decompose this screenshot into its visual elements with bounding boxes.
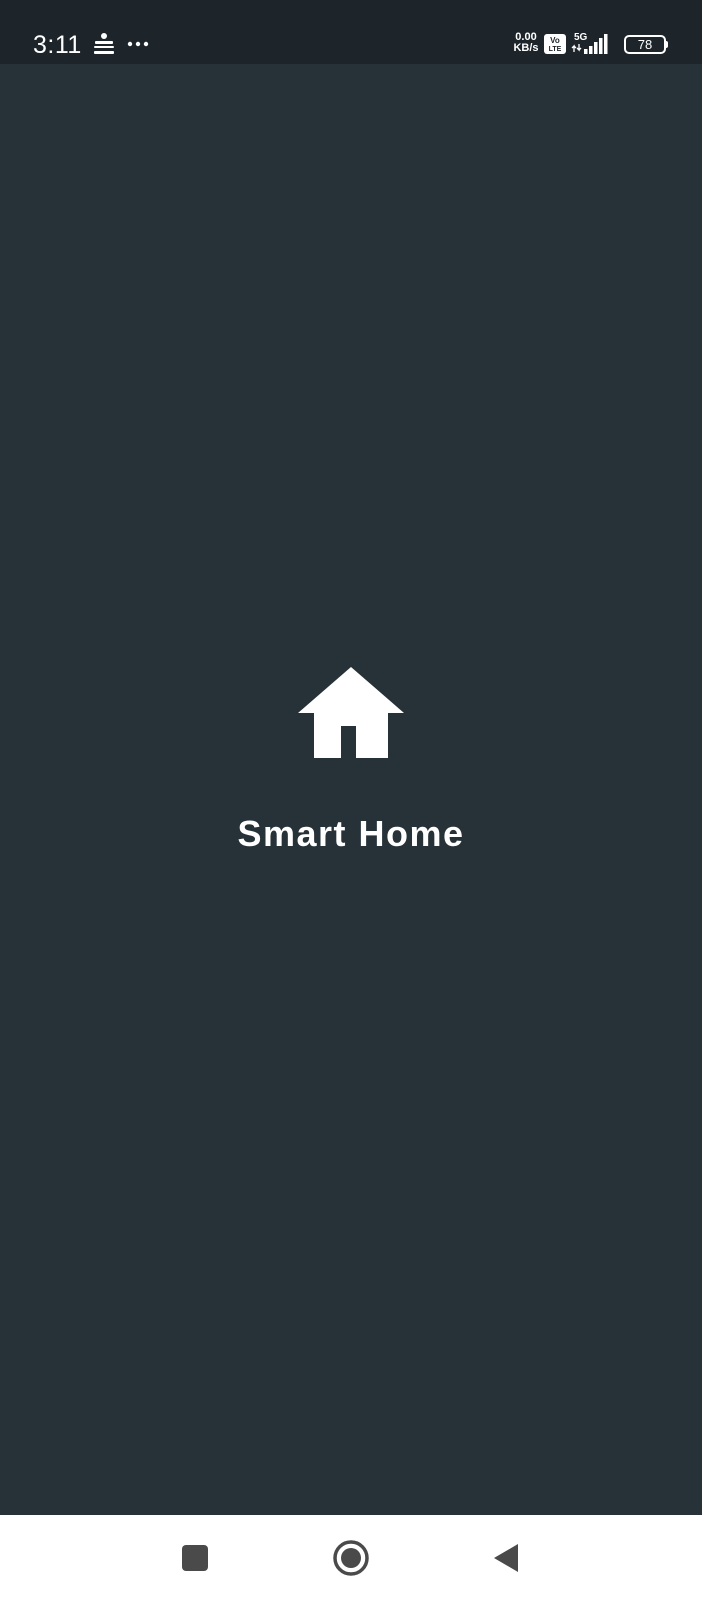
news-app-icon bbox=[94, 33, 114, 54]
app-title: Smart Home bbox=[237, 813, 465, 854]
square-icon bbox=[182, 1545, 208, 1571]
recents-button[interactable] bbox=[173, 1536, 217, 1580]
home-button[interactable] bbox=[329, 1536, 373, 1580]
battery-icon: 78 bbox=[624, 35, 668, 54]
signal-icon: 5G bbox=[571, 32, 608, 54]
back-button[interactable] bbox=[484, 1536, 528, 1580]
volte-bottom-label: LTE bbox=[549, 46, 562, 53]
status-time: 3:11 bbox=[33, 31, 82, 59]
status-bar: 3:11 0.00 KB/s Vo LTE 5G 78 bbox=[0, 0, 702, 64]
volte-top-label: Vo bbox=[550, 36, 560, 45]
home-icon bbox=[298, 667, 404, 758]
network-type-label: 5G bbox=[574, 32, 588, 43]
battery-level: 78 bbox=[624, 35, 666, 54]
network-speed: 0.00 KB/s bbox=[510, 32, 542, 54]
network-speed-unit: KB/s bbox=[513, 42, 539, 54]
more-dots-icon bbox=[127, 41, 149, 47]
circle-icon bbox=[333, 1540, 369, 1576]
volte-icon: Vo LTE bbox=[544, 34, 566, 54]
battery-tip bbox=[665, 41, 668, 48]
triangle-back-icon bbox=[494, 1544, 518, 1572]
